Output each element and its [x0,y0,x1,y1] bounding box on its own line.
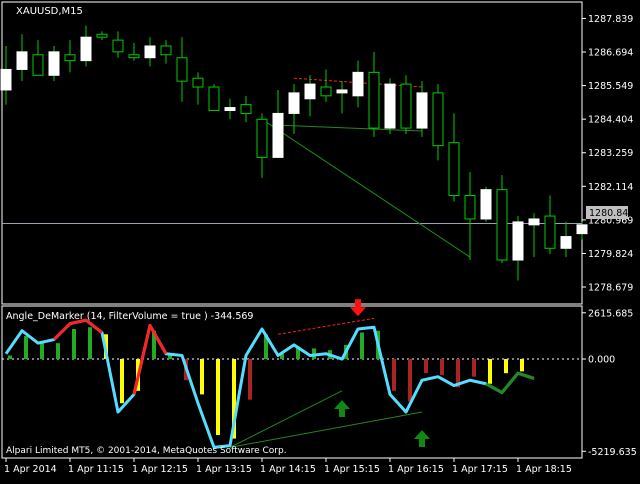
histogram-bar [168,355,172,360]
candle-body[interactable] [368,71,380,129]
candle-body[interactable] [304,83,316,100]
histogram-bar [40,343,44,360]
candle-body[interactable] [144,45,156,59]
candle-body[interactable] [160,45,172,56]
candle-body[interactable] [80,36,92,62]
histogram-bar [472,359,476,377]
candle-body[interactable] [128,54,140,59]
price-axis-label: 1285.549 [588,81,633,92]
candle-body[interactable] [336,89,348,94]
candle-body[interactable] [432,92,444,147]
candle-body[interactable] [112,39,124,53]
candle-body[interactable] [176,57,188,82]
time-axis-label: 1 Apr 17:15 [452,464,508,475]
candle-body[interactable] [16,51,28,70]
indicator-title: Angle_DeMarker (14, FilterVolume = true … [6,311,253,322]
candle-body[interactable] [288,92,300,114]
histogram-bar [520,359,524,372]
candle-body[interactable] [528,218,540,226]
candle-body[interactable] [208,86,220,111]
candle-body[interactable] [0,68,12,91]
time-axis-label: 1 Apr 2014 [4,464,57,475]
price-chart[interactable]: 1287.839 1286.694 1285.549 1284.404 1283.259… [0,0,640,480]
histogram-bar [72,328,76,360]
candle-body[interactable] [576,224,588,235]
current-price-label: 1280.846 [589,208,634,219]
candle-body[interactable] [560,236,572,249]
copyright-text: Alpari Limited MT5, © 2001-2014, MetaQuo… [6,446,287,456]
price-axis-label: 1278.679 [588,283,633,294]
candle-body[interactable] [416,92,428,129]
histogram-bar [248,359,252,400]
time-axis-label: 1 Apr 13:15 [196,464,252,475]
price-axis-label: 1286.694 [588,48,633,59]
histogram-bar [392,359,396,391]
histogram-bar [440,359,444,375]
price-axis-label: 1282.114 [588,182,633,193]
histogram-bar [88,327,92,360]
candle-body[interactable] [96,33,108,38]
indicator-axis-label: 2615.685 [588,308,633,319]
candle-body[interactable] [224,107,236,111]
time-axis-label: 1 Apr 12:15 [132,464,188,475]
histogram-bar [56,343,60,360]
candle-body[interactable] [272,112,284,158]
candle-body[interactable] [48,51,60,76]
candle-body[interactable] [320,86,332,97]
candle-body[interactable] [512,221,524,261]
candle-body[interactable] [352,71,364,97]
time-axis-label: 1 Apr 18:15 [516,464,572,475]
candle-body[interactable] [240,104,252,114]
indicator-axis-label: -5219.635 [588,447,637,458]
candle-body[interactable] [448,142,460,197]
histogram-bar [424,359,428,374]
price-axis-label: 1287.839 [588,14,633,25]
candle-body[interactable] [480,189,492,220]
candle-body[interactable] [256,118,268,158]
candle-body[interactable] [32,54,44,76]
indicator-axis-label: 0.000 [588,355,615,366]
chart-background [0,0,640,480]
price-axis-label: 1284.404 [588,115,633,126]
time-axis-label: 1 Apr 11:15 [68,464,124,475]
histogram-bar [200,359,204,395]
candle-body[interactable] [384,83,396,129]
candle-body[interactable] [400,83,412,129]
histogram-bar [360,332,364,360]
candle-body[interactable] [544,215,556,249]
candle-body[interactable] [64,54,76,62]
histogram-bar [24,336,28,360]
price-axis-label: 1279.824 [588,249,633,260]
candle-body[interactable] [496,189,508,261]
histogram-bar [408,359,412,402]
chart-window: 1287.839 1286.694 1285.549 1284.404 1283.259… [0,0,640,480]
time-axis-label: 1 Apr 15:15 [324,464,380,475]
time-axis-label: 1 Apr 14:15 [260,464,316,475]
histogram-bar [504,359,508,374]
candle-body[interactable] [464,195,476,220]
histogram-bar [120,359,124,404]
histogram-bar [8,355,12,360]
histogram-bar [488,359,492,384]
main-chart-title: XAUUSD,M15 [16,6,83,17]
time-axis-label: 1 Apr 16:15 [388,464,444,475]
price-axis-label: 1283.259 [588,148,633,159]
candle-body[interactable] [192,77,204,88]
histogram-bar [216,359,220,436]
